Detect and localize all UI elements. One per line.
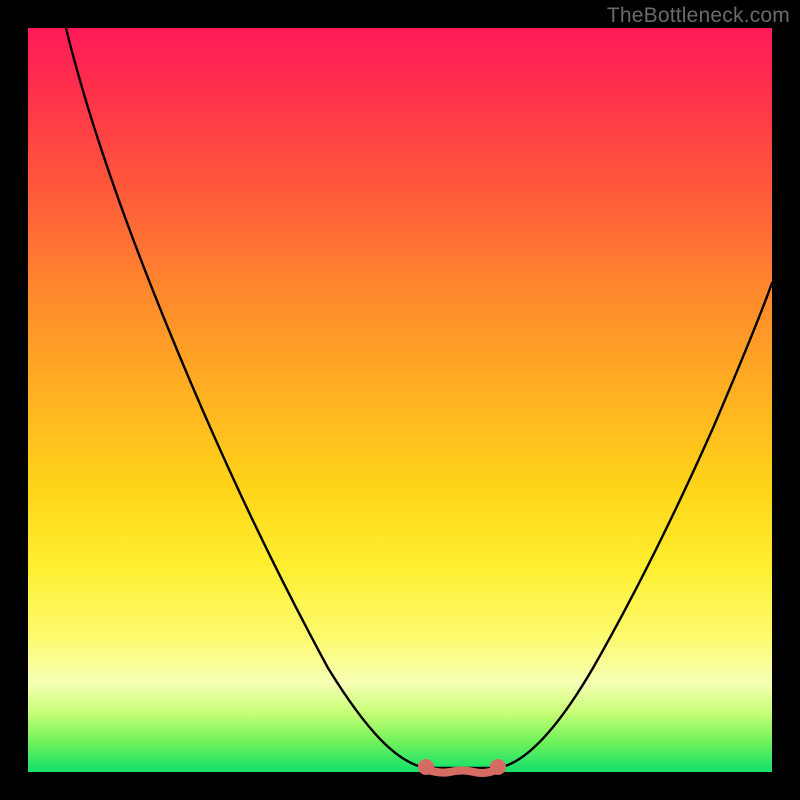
curve-path bbox=[66, 28, 772, 768]
flat-segment-marker bbox=[418, 759, 506, 775]
watermark-text: TheBottleneck.com bbox=[607, 4, 790, 28]
chart-plot-area bbox=[28, 28, 772, 772]
chart-frame: TheBottleneck.com bbox=[0, 0, 800, 800]
bottleneck-curve bbox=[28, 28, 772, 772]
